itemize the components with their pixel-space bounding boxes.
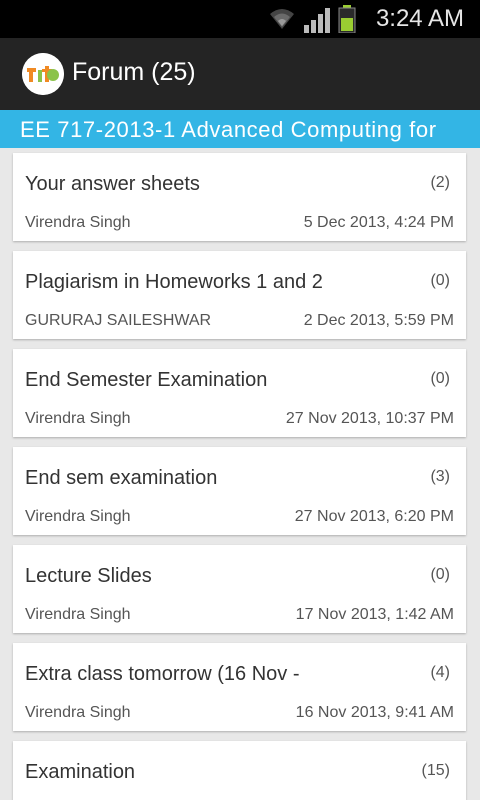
topic-date: 27 Nov 2013, 10:37 PM [285,410,454,427]
topic-author: Virendra Singh [25,704,131,721]
battery-icon [338,5,356,33]
topic-date: 17 Nov 2013, 1:42 AM [295,606,454,623]
forum-topic-item[interactable]: End Semester Examination (0) Virendra Si… [13,349,466,437]
topic-date: 2 Dec 2013, 5:59 PM [303,312,454,329]
signal-icon [304,8,330,33]
topic-author: Virendra Singh [25,410,131,427]
status-bar: 3:24 AM [0,0,480,38]
reply-count: (15) [421,762,450,779]
page-title: Forum (25) [72,58,196,86]
course-header: EE 717-2013-1 Advanced Computing for [0,110,480,148]
reply-count: (4) [430,664,450,681]
forum-topic-list: Your answer sheets (2) Virendra Singh 5 … [0,148,480,800]
topic-date: 16 Nov 2013, 9:41 AM [295,704,454,721]
topic-title: Examination [25,761,136,783]
topic-author: Virendra Singh [25,508,131,525]
course-title: EE 717-2013-1 Advanced Computing for [20,117,437,142]
reply-count: (0) [430,370,450,387]
topic-date: 27 Nov 2013, 6:20 PM [294,508,454,525]
action-bar: Forum (25) [0,38,480,110]
reply-count: (2) [430,174,450,191]
forum-topic-item[interactable]: Plagiarism in Homeworks 1 and 2 (0) GURU… [13,251,466,339]
topic-author: Virendra Singh [25,214,131,231]
reply-count: (0) [430,566,450,583]
reply-count: (3) [430,468,450,485]
app-logo-icon[interactable] [22,53,64,95]
status-time: 3:24 AM [375,5,464,32]
topic-date: 5 Dec 2013, 4:24 PM [303,214,454,231]
topic-author: Virendra Singh [25,606,131,623]
topic-title: End Semester Examination [25,369,268,391]
topic-title: End sem examination [25,467,218,489]
forum-topic-item[interactable]: Lecture Slides (0) Virendra Singh 17 Nov… [13,545,466,633]
topic-title: Extra class tomorrow (16 Nov - [25,663,300,685]
topic-title: Your answer sheets [25,173,200,195]
reply-count: (0) [430,272,450,289]
forum-topic-item[interactable]: Extra class tomorrow (16 Nov - (4) Viren… [13,643,466,731]
forum-topic-item[interactable]: End sem examination (3) Virendra Singh 2… [13,447,466,535]
topic-title: Lecture Slides [25,565,152,587]
wifi-icon [270,9,294,29]
forum-topic-item[interactable]: Examination (15) [13,741,466,800]
topic-author: GURURAJ SAILESHWAR [25,312,212,329]
topic-title: Plagiarism in Homeworks 1 and 2 [25,271,323,293]
forum-topic-item[interactable]: Your answer sheets (2) Virendra Singh 5 … [13,153,466,241]
